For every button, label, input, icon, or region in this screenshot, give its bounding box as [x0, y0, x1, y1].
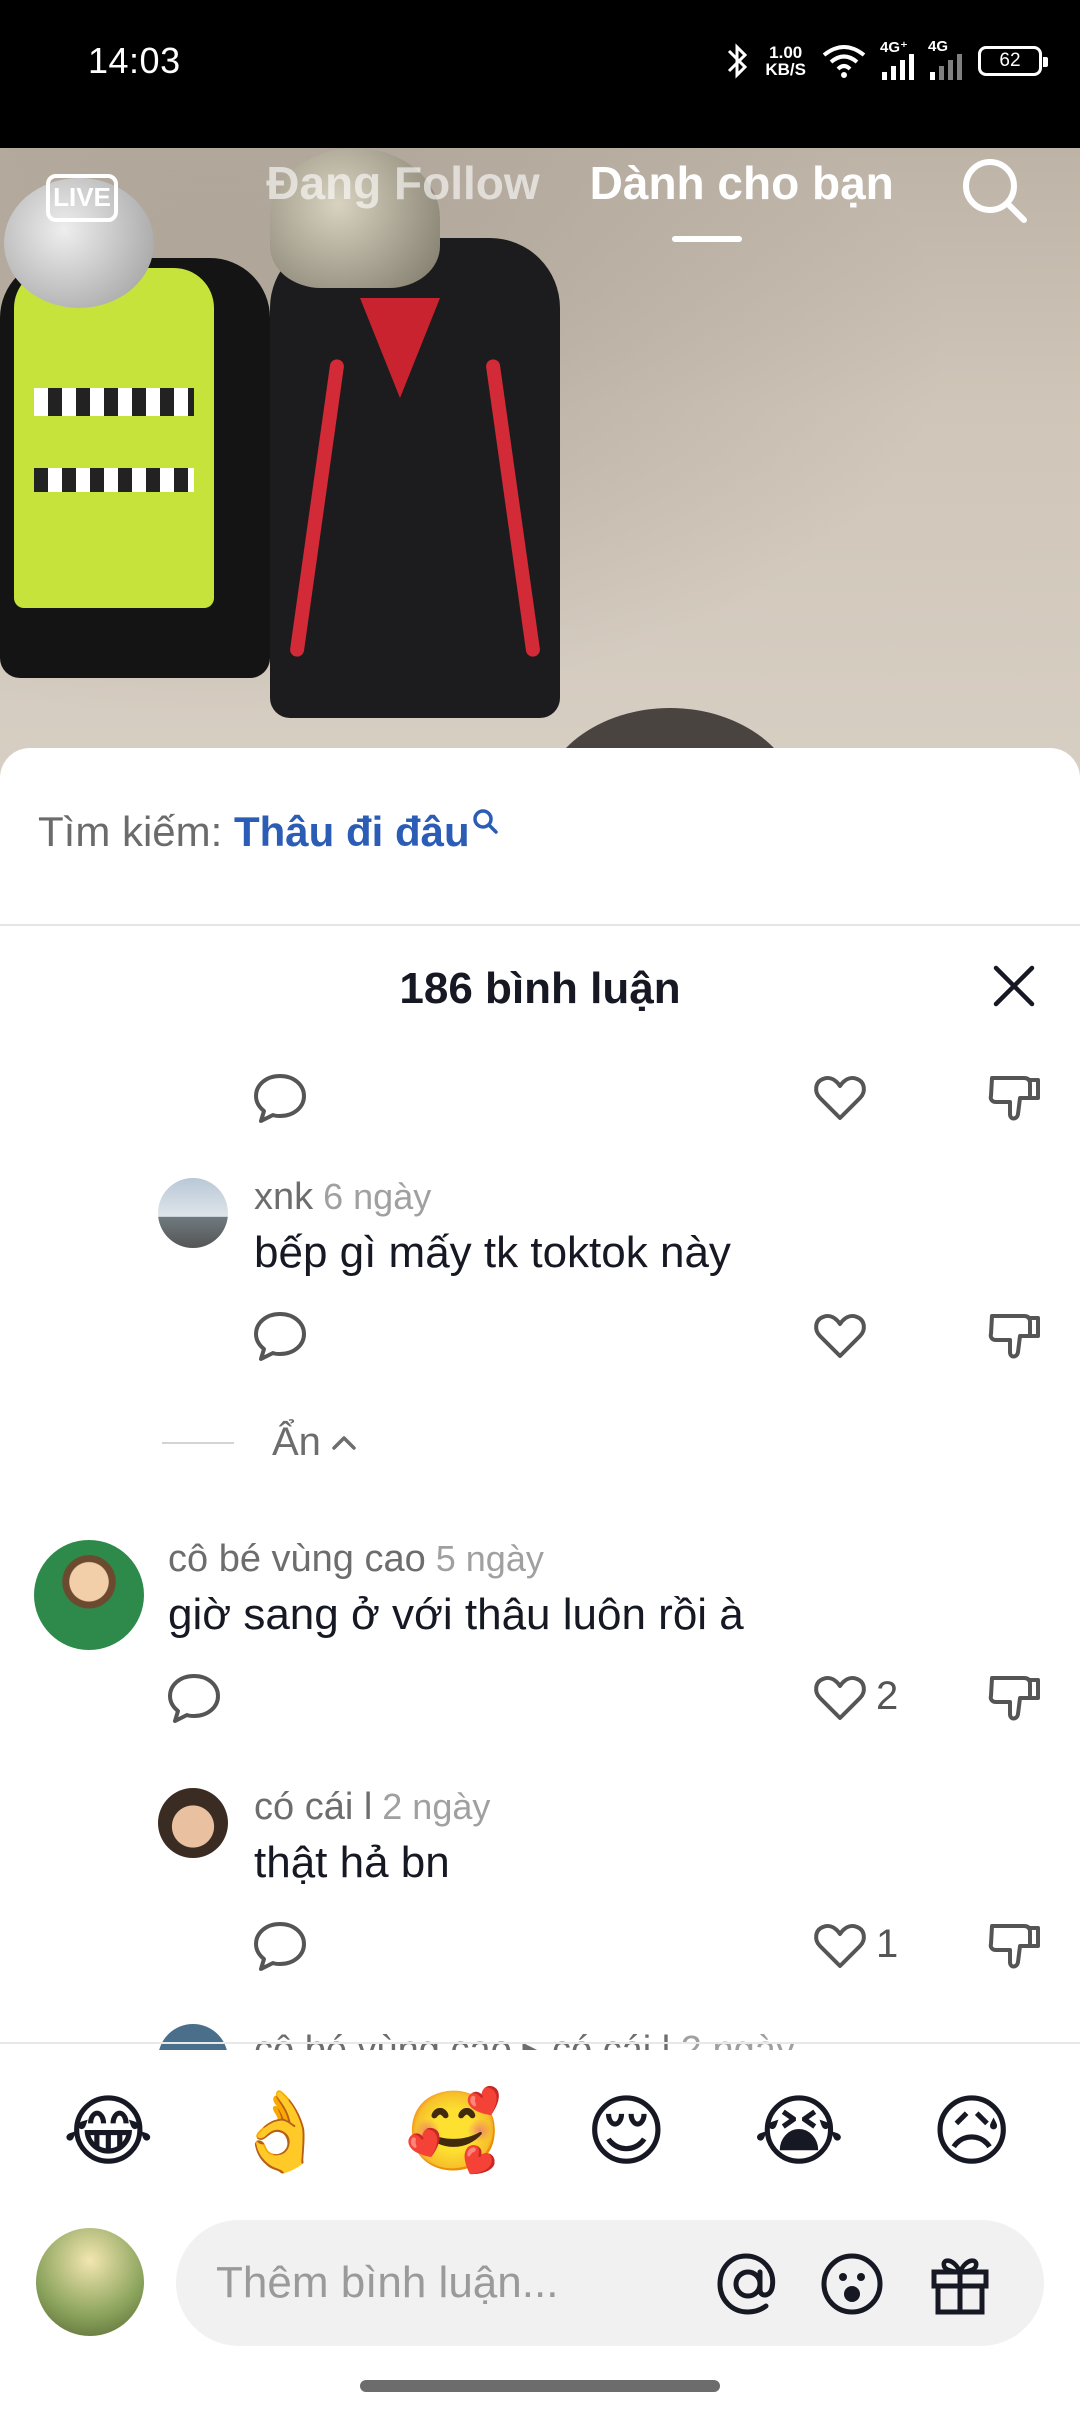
- like-count: 1: [876, 1922, 899, 1966]
- emoji-button[interactable]: 😭: [739, 2084, 859, 2180]
- like-icon[interactable]: [812, 1308, 868, 1364]
- comment-input[interactable]: Thêm bình luận...: [176, 2220, 1044, 2346]
- bluetooth-icon: [728, 43, 748, 79]
- mention-icon[interactable]: [712, 2248, 784, 2320]
- dislike-icon[interactable]: [986, 1670, 1042, 1726]
- avatar[interactable]: [34, 1540, 144, 1650]
- battery-icon: 62: [978, 46, 1048, 76]
- emoji-button[interactable]: 🥰: [394, 2084, 514, 2180]
- avatar[interactable]: [158, 1788, 228, 1858]
- comments-sheet: Tìm kiếm: Thâu đi đâu 186 bình luận xnk 6…: [0, 748, 1080, 2412]
- tab-for-you[interactable]: Dành cho bạn: [590, 156, 894, 210]
- tab-following[interactable]: Đang Follow: [266, 156, 539, 210]
- like-icon[interactable]: [812, 1918, 868, 1974]
- avatar[interactable]: [158, 1178, 228, 1248]
- search-suggestion[interactable]: Tìm kiếm: Thâu đi đâu: [38, 808, 498, 856]
- jacket-image: [270, 238, 560, 718]
- signal-2-icon: 4G: [928, 38, 962, 80]
- emoji-button[interactable]: 😌: [566, 2084, 686, 2180]
- avatar[interactable]: [158, 2024, 228, 2050]
- comment-input-row: Thêm bình luận...: [0, 2208, 1080, 2348]
- comment-author[interactable]: có cái l2 ngày: [254, 1786, 490, 1829]
- comment-text: bếp gì mấy tk toktok này: [254, 1228, 731, 1277]
- top-nav: LIVE Đang Follow Dành cho bạn: [0, 148, 1080, 258]
- dislike-icon[interactable]: [986, 1308, 1042, 1364]
- status-time: 14:03: [88, 40, 181, 81]
- comment-input-placeholder: Thêm bình luận...: [216, 2258, 559, 2307]
- active-tab-indicator: [672, 236, 742, 242]
- search-term[interactable]: Thâu đi đâu: [234, 808, 470, 855]
- reply-icon[interactable]: [252, 1070, 308, 1126]
- quick-emoji-bar: 😂 👌 🥰 😌 😭 😥: [0, 2084, 1080, 2180]
- like-icon[interactable]: [812, 1070, 868, 1126]
- home-indicator[interactable]: [360, 2380, 720, 2392]
- network-speed: 1.00 KB/S: [765, 43, 806, 79]
- close-icon[interactable]: [988, 960, 1040, 1012]
- search-icon[interactable]: [956, 152, 1032, 228]
- feed-tabs: Đang Follow Dành cho bạn: [0, 156, 1080, 210]
- dislike-icon[interactable]: [986, 1918, 1042, 1974]
- emoji-button[interactable]: 😥: [912, 2084, 1032, 2180]
- search-icon: [472, 809, 498, 834]
- my-avatar: [36, 2228, 144, 2336]
- divider: [162, 1441, 234, 1444]
- comment-author[interactable]: xnk 6 ngày: [254, 1176, 431, 1219]
- divider: [0, 2042, 1080, 2044]
- comments-count-title: 186 bình luận: [399, 964, 681, 1013]
- comment-text: giờ sang ở với thâu luôn rồi à: [168, 1590, 744, 1639]
- comment-text: thật hả bn: [254, 1838, 450, 1887]
- like-count: 2: [876, 1674, 899, 1718]
- hide-replies-button[interactable]: Ẩn: [162, 1420, 359, 1465]
- signal-1-icon: 4G⁺: [880, 39, 914, 80]
- reply-icon[interactable]: [252, 1308, 308, 1364]
- reply-icon[interactable]: [252, 1918, 308, 1974]
- hide-replies-label: Ẩn: [272, 1420, 321, 1464]
- divider: [0, 924, 1080, 926]
- emoji-button[interactable]: 👌: [221, 2084, 341, 2180]
- comment-author[interactable]: cô bé vùng cao 5 ngày: [168, 1538, 544, 1581]
- reply-icon[interactable]: [166, 1670, 222, 1726]
- comment-author[interactable]: cô bé vùng cao ▸ có cái l 2 ngày: [254, 2020, 795, 2050]
- status-icons: 1.00 KB/S 4G⁺ 4G 62: [725, 36, 1048, 86]
- dislike-icon[interactable]: [986, 1070, 1042, 1126]
- chevron-up-icon: [332, 1435, 356, 1450]
- gift-icon[interactable]: [924, 2248, 996, 2320]
- vest-image: [14, 268, 214, 608]
- emoji-button[interactable]: 😂: [48, 2084, 168, 2180]
- like-icon[interactable]: [812, 1670, 868, 1726]
- wifi-icon: [822, 45, 866, 78]
- status-bar: 14:03 1.00 KB/S 4G⁺ 4G 62: [0, 0, 1080, 148]
- emoji-icon[interactable]: [816, 2248, 888, 2320]
